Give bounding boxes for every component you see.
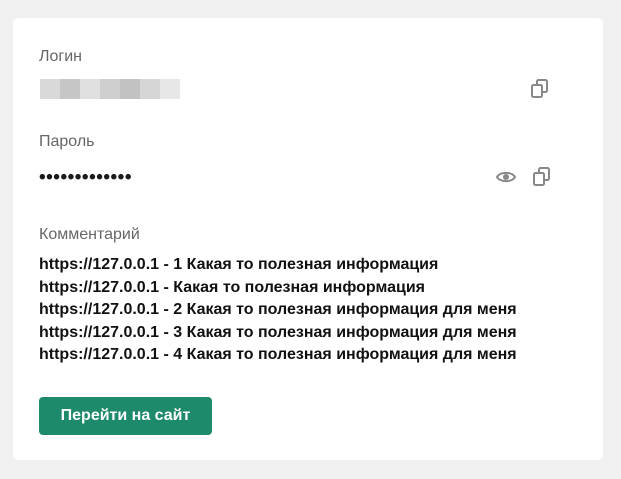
comment-label: Комментарий <box>39 226 140 243</box>
login-value-masked <box>40 79 180 99</box>
login-label: Логин <box>39 48 83 65</box>
comment-line: https://127.0.0.1 - 1 Какая то полезная … <box>39 256 439 273</box>
copy-password-icon[interactable] <box>531 166 553 188</box>
credential-card: Логин Пароль ••••••••••••• Комментарий h… <box>13 18 603 460</box>
go-to-site-button[interactable]: Перейти на сайт <box>39 397 212 435</box>
comment-line: https://127.0.0.1 - 2 Какая то полезная … <box>39 301 517 318</box>
password-label: Пароль <box>39 133 95 150</box>
eye-icon[interactable] <box>495 166 517 188</box>
comment-line: https://127.0.0.1 - 4 Какая то полезная … <box>39 346 517 363</box>
comment-body: https://127.0.0.1 - 1 Какая то полезная … <box>39 254 589 367</box>
comment-line: https://127.0.0.1 - Какая то полезная ин… <box>39 278 425 296</box>
copy-login-icon[interactable] <box>529 78 551 100</box>
password-value: ••••••••••••• <box>39 167 132 188</box>
comment-line: https://127.0.0.1 - 3 Какая то полезная … <box>39 323 517 341</box>
